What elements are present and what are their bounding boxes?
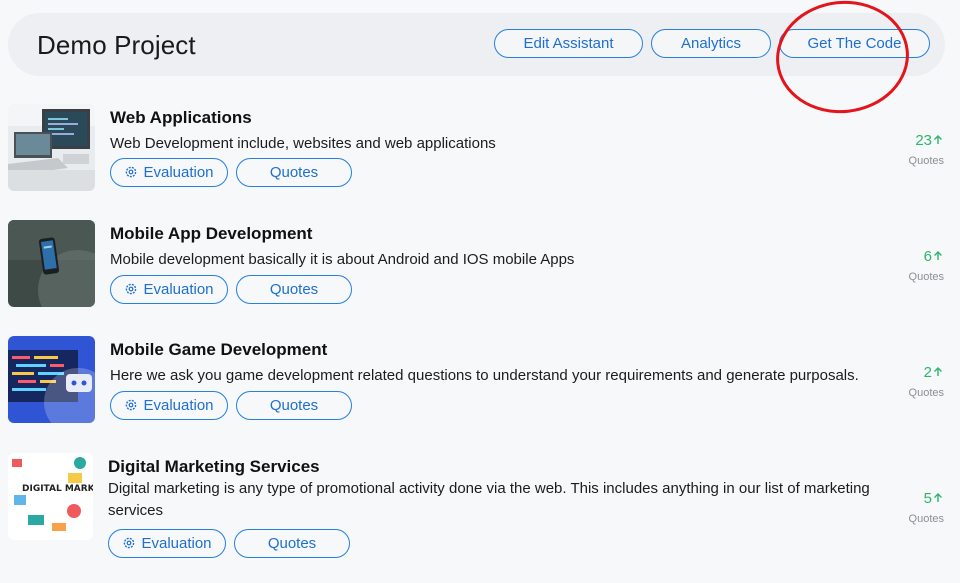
- arrow-up-icon: [932, 133, 944, 151]
- service-title: Mobile App Development: [110, 224, 313, 243]
- edit-assistant-button[interactable]: Edit Assistant: [494, 29, 643, 58]
- project-title: Demo Project: [37, 30, 196, 60]
- mobile-game-thumbnail: [8, 336, 95, 423]
- project-header: Demo Project Edit Assistant Analytics Ge…: [8, 13, 945, 76]
- quotes-count-label: Quotes: [908, 387, 944, 399]
- thumbnail-text: DIGITAL MARKETING: [22, 484, 93, 494]
- arrow-up-icon: [932, 491, 944, 509]
- get-the-code-button[interactable]: Get The Code: [779, 29, 930, 58]
- service-item: Mobile Game Development Here we ask you …: [0, 336, 960, 446]
- gear-icon: [122, 532, 136, 559]
- evaluation-button[interactable]: Evaluation: [110, 158, 228, 187]
- gear-icon: [124, 161, 138, 188]
- analytics-button[interactable]: Analytics: [651, 29, 771, 58]
- service-item: Web Applications Web Development include…: [0, 104, 960, 214]
- service-item: DIGITAL MARKETING Digital Marketing Serv…: [0, 453, 960, 573]
- service-description: Digital marketing is any type of promoti…: [108, 480, 870, 519]
- evaluation-label: Evaluation: [143, 397, 214, 414]
- quotes-count-value: 23: [915, 132, 932, 149]
- service-description: Here we ask you game development related…: [110, 367, 859, 384]
- quotes-count-label: Quotes: [908, 513, 944, 525]
- arrow-up-icon: [932, 249, 944, 267]
- evaluation-button[interactable]: Evaluation: [108, 529, 226, 558]
- evaluation-label: Evaluation: [143, 281, 214, 298]
- quotes-count-label: Quotes: [908, 155, 944, 167]
- mobile-app-thumbnail: [8, 220, 95, 307]
- evaluation-button[interactable]: Evaluation: [110, 275, 228, 304]
- service-description: Web Development include, websites and we…: [110, 135, 496, 152]
- quotes-button[interactable]: Quotes: [236, 275, 352, 304]
- gear-icon: [124, 394, 138, 421]
- service-description: Mobile development basically it is about…: [110, 251, 575, 268]
- evaluation-label: Evaluation: [143, 164, 214, 181]
- evaluation-label: Evaluation: [141, 535, 212, 552]
- quotes-count-value: 5: [923, 490, 932, 507]
- service-title: Digital Marketing Services: [108, 457, 320, 476]
- digital-marketing-thumbnail: DIGITAL MARKETING: [8, 453, 93, 540]
- service-title: Web Applications: [110, 108, 252, 127]
- quotes-count: 23 Quotes: [884, 132, 944, 167]
- quotes-count-value: 2: [923, 364, 932, 381]
- arrow-up-icon: [932, 365, 944, 383]
- evaluation-button[interactable]: Evaluation: [110, 391, 228, 420]
- quotes-count-label: Quotes: [908, 271, 944, 283]
- quotes-count: 5 Quotes: [884, 490, 944, 525]
- service-title: Mobile Game Development: [110, 340, 328, 359]
- quotes-count: 2 Quotes: [884, 364, 944, 399]
- gear-icon: [124, 278, 138, 305]
- web-applications-thumbnail: [8, 104, 95, 191]
- quotes-button[interactable]: Quotes: [234, 529, 350, 558]
- service-item: Mobile App Development Mobile developmen…: [0, 220, 960, 330]
- quotes-count: 6 Quotes: [884, 248, 944, 283]
- quotes-count-value: 6: [923, 248, 932, 265]
- quotes-button[interactable]: Quotes: [236, 391, 352, 420]
- quotes-button[interactable]: Quotes: [236, 158, 352, 187]
